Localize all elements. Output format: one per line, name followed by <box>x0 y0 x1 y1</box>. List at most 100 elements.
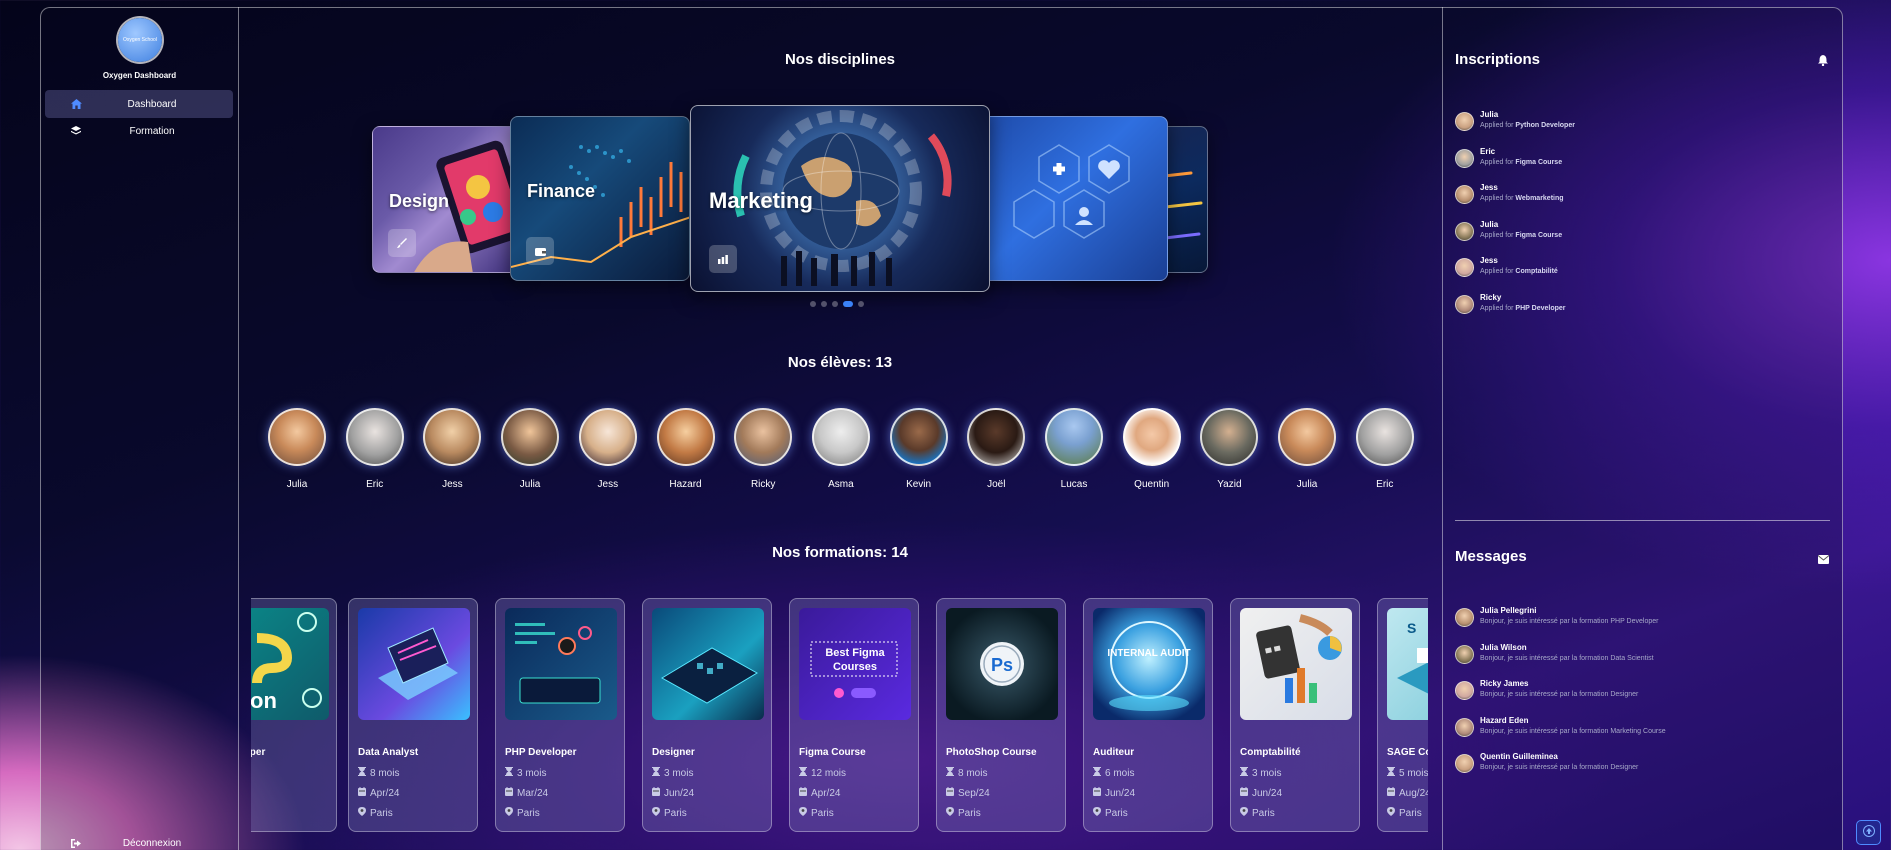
message-sender: Hazard Eden <box>1480 715 1529 725</box>
discipline-name: Marketing <box>709 188 813 213</box>
applied-prefix: Applied for <box>1480 268 1514 275</box>
student-name: Joël <box>987 479 1006 490</box>
formation-duration: 8 mois <box>358 767 399 779</box>
student-avatar <box>345 408 404 466</box>
inscription-item[interactable]: Jess Applied for Webmarketing <box>1455 183 1564 204</box>
sidebar-item-formation[interactable]: Formation <box>45 117 233 145</box>
inscription-detail: Applied for PHP Developer <box>1480 305 1565 312</box>
formation-card[interactable]: Data Analyst 8 mois Apr/24 Paris <box>348 598 478 832</box>
message-item[interactable]: Hazard Eden Bonjour, je suis intéressé p… <box>1455 716 1666 737</box>
student-avatar <box>1200 408 1259 466</box>
formation-card[interactable]: ython Developer s 4 <box>251 598 337 832</box>
svg-text:S: S <box>1407 620 1416 636</box>
formation-card[interactable]: Best Figma Courses Figma Course 12 mois A… <box>789 598 919 832</box>
discipline-card-finance[interactable]: Finance <box>510 116 690 281</box>
calendar-icon <box>505 787 513 799</box>
hourglass-icon <box>1240 767 1248 779</box>
mail-icon[interactable] <box>1817 551 1830 569</box>
discipline-card-marketing[interactable]: Marketing <box>690 105 990 292</box>
student-item[interactable]: Julia <box>498 408 562 490</box>
carousel-dot[interactable] <box>832 301 838 307</box>
calendar-icon <box>799 787 807 799</box>
student-item[interactable]: Jess <box>576 408 640 490</box>
carousel-dot[interactable] <box>821 301 827 307</box>
student-item[interactable]: Quentin <box>1120 408 1184 490</box>
inscription-course: Figma Course <box>1515 158 1563 166</box>
sidebar-item-label: Dashboard <box>127 98 177 110</box>
student-item[interactable]: Eric <box>343 408 407 490</box>
student-avatar <box>889 408 948 466</box>
applied-prefix: Applied for <box>1480 122 1514 129</box>
carousel-dot-active[interactable] <box>843 301 853 307</box>
formation-image <box>505 608 617 720</box>
discipline-name: Finance <box>527 181 596 201</box>
discipline-card-health[interactable] <box>978 116 1168 281</box>
formation-duration: 3 mois <box>505 767 546 779</box>
message-item[interactable]: Julia Wilson Bonjour, je suis intéressé … <box>1455 643 1654 664</box>
avatar <box>1455 681 1474 700</box>
formation-card[interactable]: PHP Developer 3 mois Mar/24 Paris <box>495 598 625 832</box>
formation-card[interactable]: Comptabilité 3 mois Jun/24 Paris <box>1230 598 1360 832</box>
formation-location: Paris <box>1240 807 1275 819</box>
formations-title: Nos formations: 14 <box>772 544 908 561</box>
brush-icon <box>388 229 416 257</box>
student-item[interactable]: Julia <box>1275 408 1339 490</box>
inscription-course: Figma Course <box>1515 231 1563 239</box>
student-name: Julia <box>519 479 541 490</box>
formation-card[interactable]: Ps PhotoShop Course 8 mois Sep/24 Paris <box>936 598 1066 832</box>
bell-icon[interactable] <box>1818 53 1828 71</box>
formation-title: PhotoShop Course <box>946 747 1037 758</box>
sidebar-item-dashboard[interactable]: Dashboard <box>45 90 233 118</box>
student-item[interactable]: Lucas <box>1042 408 1106 490</box>
message-preview: Bonjour, je suis intéressé par la format… <box>1480 691 1639 698</box>
city-text: Paris <box>958 807 981 819</box>
message-item[interactable]: Ricky James Bonjour, je suis intéressé p… <box>1455 679 1638 700</box>
inscription-item[interactable]: Julia Applied for Python Developer <box>1455 110 1575 131</box>
duration-text: 3 mois <box>664 767 694 779</box>
inscription-item[interactable]: Ricky Applied for PHP Developer <box>1455 293 1565 314</box>
wallet-icon <box>526 237 554 265</box>
location-pin-icon <box>652 807 660 819</box>
message-preview: Bonjour, je suis intéressé par la format… <box>1480 727 1666 735</box>
scroll-top-button[interactable] <box>1856 820 1881 845</box>
formations-carousel: ython Developer s 4 Data Analyst 8 mois … <box>251 590 1428 850</box>
logout-button[interactable]: Déconnexion <box>45 829 233 850</box>
message-sender: Quentin Guilleminea <box>1480 752 1558 761</box>
message-item[interactable]: Quentin Guilleminea Bonjour, je suis int… <box>1455 752 1638 773</box>
city-text: Paris <box>517 807 540 819</box>
inscription-item[interactable]: Jess Applied for Comptabilité <box>1455 256 1558 277</box>
formation-card[interactable]: INTERNAL AUDIT Auditeur 6 mois Jun/24 Pa… <box>1083 598 1213 832</box>
formation-duration: 3 mois <box>1240 767 1281 779</box>
message-item[interactable]: Julia Pellegrini Bonjour, je suis intére… <box>1455 606 1658 627</box>
svg-text:Best Figma: Best Figma <box>825 647 885 659</box>
student-item[interactable]: Kevin <box>887 408 951 490</box>
inscription-item[interactable]: Julia Applied for Figma Course <box>1455 220 1562 241</box>
panel-divider <box>1455 520 1830 521</box>
student-item[interactable]: Joël <box>964 408 1028 490</box>
student-avatar <box>734 408 793 466</box>
carousel-dots <box>810 301 864 307</box>
student-item[interactable]: Asma <box>809 408 873 490</box>
formation-title: Comptabilité <box>1240 747 1301 758</box>
health-illustration <box>1013 144 1130 239</box>
student-item[interactable]: Ricky <box>731 408 795 490</box>
student-item[interactable]: Eric <box>1353 408 1417 490</box>
student-item[interactable]: Jess <box>420 408 484 490</box>
inscription-item[interactable]: Eric Applied for Figma Course <box>1455 147 1562 168</box>
student-item[interactable]: Hazard <box>654 408 718 490</box>
carousel-dot[interactable] <box>858 301 864 307</box>
formation-card[interactable]: S SAGE Cou 5 mois Aug/24 Paris <box>1377 598 1428 832</box>
svg-text:ython: ython <box>251 688 277 713</box>
formation-card[interactable]: Designer 3 mois Jun/24 Paris <box>642 598 772 832</box>
student-item[interactable]: Yazid <box>1197 408 1261 490</box>
applied-prefix: Applied for <box>1480 158 1514 166</box>
school-logo[interactable]: Oxygen School <box>118 18 162 62</box>
inscription-detail: Applied for Figma Course <box>1480 159 1562 166</box>
sidebar-item-label: Formation <box>129 125 175 137</box>
inscription-course: Comptabilité <box>1515 268 1558 275</box>
date-text: Aug/24 <box>1399 787 1428 799</box>
inscription-detail: Applied for Figma Course <box>1480 232 1562 239</box>
student-item[interactable]: Julia <box>265 408 329 490</box>
discipline-card-design[interactable]: Design <box>372 126 522 273</box>
carousel-dot[interactable] <box>810 301 816 307</box>
